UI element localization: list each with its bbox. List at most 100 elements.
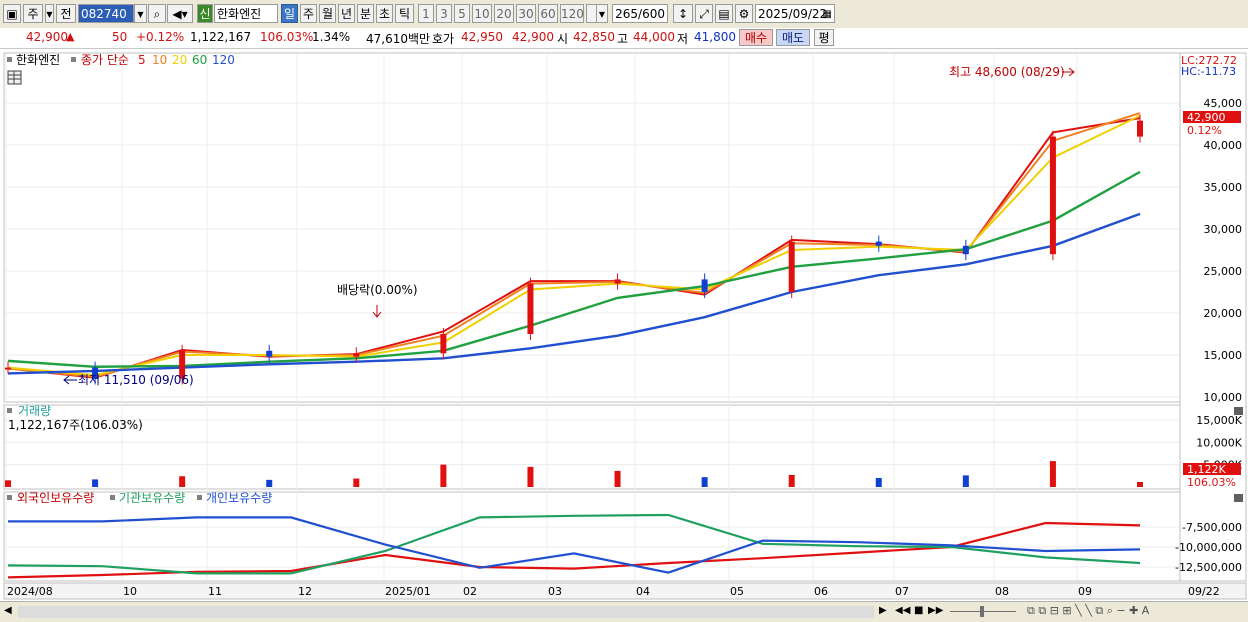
holdings-tick-label: -10,000,000 <box>1175 541 1242 554</box>
save-icon[interactable]: ▤ <box>715 4 733 23</box>
prev-button[interactable]: 전 <box>56 4 76 23</box>
buy-button[interactable]: 매수 <box>739 29 773 46</box>
tab-yearly[interactable]: 년 <box>338 4 355 23</box>
tab-weekly[interactable]: 주 <box>300 4 317 23</box>
volume-bar <box>875 478 882 487</box>
legend-foreign: 외국인보유수량 <box>17 491 94 505</box>
search-icon[interactable]: ⌕ <box>148 4 166 23</box>
candle-body <box>701 279 708 292</box>
interval-5[interactable]: 5 <box>454 4 470 23</box>
volume-ratio: 106.03% <box>260 30 314 44</box>
candle-body <box>1137 120 1143 137</box>
volume-bar <box>1049 461 1056 487</box>
x-axis-label: 2024/08 <box>7 585 53 598</box>
interval-30[interactable]: 30 <box>516 4 536 23</box>
zoom-slider-handle[interactable] <box>980 606 984 617</box>
candle-body <box>353 353 360 357</box>
chart-svg[interactable]: 10,000 15,000 20,000 25,000 30,000 35,000 40,0… <box>0 49 1248 601</box>
tab-minute[interactable]: 분 <box>357 4 374 23</box>
close-icon[interactable] <box>1234 407 1243 415</box>
price-change: 50 <box>112 30 128 44</box>
min-price-annotation: 최저 11,510 (09/06) <box>78 373 194 387</box>
layout-icon[interactable]: ▣ <box>3 4 21 23</box>
tab-second[interactable]: 초 <box>376 4 393 23</box>
bid-price: 42,900 <box>512 30 554 44</box>
candle-body <box>614 279 621 284</box>
volume-bar <box>614 470 621 487</box>
scroll-right-icon[interactable]: ▶ <box>879 605 887 616</box>
stop-icon[interactable]: ■ <box>914 605 923 616</box>
price-change-pct: +0.12% <box>136 30 185 44</box>
count-total: /600 <box>638 7 665 21</box>
holdings-tick-label: -12,500,000 <box>1175 561 1242 574</box>
gear-icon[interactable]: ⚙ <box>735 4 753 23</box>
interval-3[interactable]: 3 <box>436 4 452 23</box>
indicator-icon[interactable]: ↕ <box>673 4 693 23</box>
interval-10[interactable]: 10 <box>472 4 492 23</box>
stock-code-input[interactable]: 082740 <box>78 4 134 23</box>
x-axis-label: 02 <box>463 585 477 598</box>
period-toggle-button[interactable]: 주 <box>23 4 43 23</box>
candle-body <box>5 367 11 370</box>
volume-bar <box>962 475 969 487</box>
high-price: 44,000 <box>633 30 675 44</box>
legend-ma-5: 5 <box>138 53 146 67</box>
tab-daily[interactable]: 일 <box>281 4 298 23</box>
low-price: 41,800 <box>694 30 736 44</box>
volume-bar <box>440 464 447 487</box>
volume-bar <box>788 474 795 487</box>
date-field[interactable]: 2025/09/22 ▦ <box>755 4 835 23</box>
interval-dropdown-icon[interactable]: ▼ <box>596 4 608 23</box>
horizontal-scrollbar[interactable] <box>18 606 874 618</box>
price-tick-label: 20,000 <box>1204 307 1243 320</box>
first-page-icon[interactable]: ◀◀ <box>895 605 910 616</box>
scroll-left-icon[interactable]: ◀ <box>4 605 12 616</box>
x-axis-label: 06 <box>814 585 828 598</box>
volume-tick-label: 10,000K <box>1196 436 1242 449</box>
volume-bar <box>527 466 534 487</box>
tool-icons[interactable]: ⧉ ⧉ ⊟ ⊞ ╲ ╲ ⧉ ⌕ − ✚ A <box>1027 604 1149 618</box>
price-tick-label: 35,000 <box>1204 181 1243 194</box>
current-price: 42,900 <box>26 30 68 44</box>
candle-body <box>440 334 447 354</box>
volume-bar <box>179 476 186 487</box>
interval-1[interactable]: 1 <box>418 4 434 23</box>
volume-bar <box>266 479 273 487</box>
interval-60[interactable]: 60 <box>538 4 558 23</box>
speaker-icon[interactable]: ◀▾ <box>167 4 193 23</box>
trade-amount: 47,610백만 <box>366 32 431 46</box>
volume-bar <box>1137 481 1143 487</box>
legend-ma-60: 60 <box>192 53 207 67</box>
eval-button[interactable]: 평 <box>814 29 834 46</box>
holdings-y-ticks: -7,500,000 -10,000,000 -12,500,000 <box>1175 521 1242 574</box>
ask-price: 42,950 <box>461 30 503 44</box>
chevron-down-icon[interactable]: ▼ <box>45 4 54 23</box>
draw-tool-icon[interactable]: ⤢ <box>695 4 713 23</box>
volume-bar <box>353 478 360 487</box>
legend-stock-name: 한화엔진 <box>16 53 60 67</box>
count-field[interactable]: 265/600 <box>612 4 668 23</box>
calendar-icon[interactable]: ▦ <box>823 5 832 24</box>
legend-square-icon <box>7 57 12 62</box>
code-dropdown-icon[interactable]: ▼ <box>134 4 147 23</box>
dividend-annotation: 배당락(0.00%) <box>337 283 418 297</box>
legend-square-icon <box>7 408 12 413</box>
legend-ma-10: 10 <box>152 53 167 67</box>
legend-ma-20: 20 <box>172 53 187 67</box>
sell-button[interactable]: 매도 <box>776 29 810 46</box>
interval-20[interactable]: 20 <box>494 4 514 23</box>
date-value: 2025/09/22 <box>758 7 828 21</box>
bottom-scrollbar: ◀ ▶ ◀◀ ■ ▶▶ ⧉ ⧉ ⊟ ⊞ ╲ ╲ ⧉ ⌕ − ✚ A <box>0 601 1248 622</box>
legend-square-icon <box>197 495 202 500</box>
interval-120[interactable]: 120 <box>560 4 584 23</box>
last-page-icon[interactable]: ▶▶ <box>928 605 943 616</box>
legend-ma-120: 120 <box>212 53 235 67</box>
close-icon[interactable] <box>1234 494 1243 502</box>
x-axis-label: 08 <box>995 585 1009 598</box>
volume-bar <box>92 479 99 487</box>
low-label: 저 <box>677 32 689 46</box>
tab-monthly[interactable]: 월 <box>319 4 336 23</box>
tab-tick[interactable]: 틱 <box>395 4 414 23</box>
volume-bar <box>701 477 708 487</box>
turnover-rate: 1.34% <box>312 30 351 44</box>
